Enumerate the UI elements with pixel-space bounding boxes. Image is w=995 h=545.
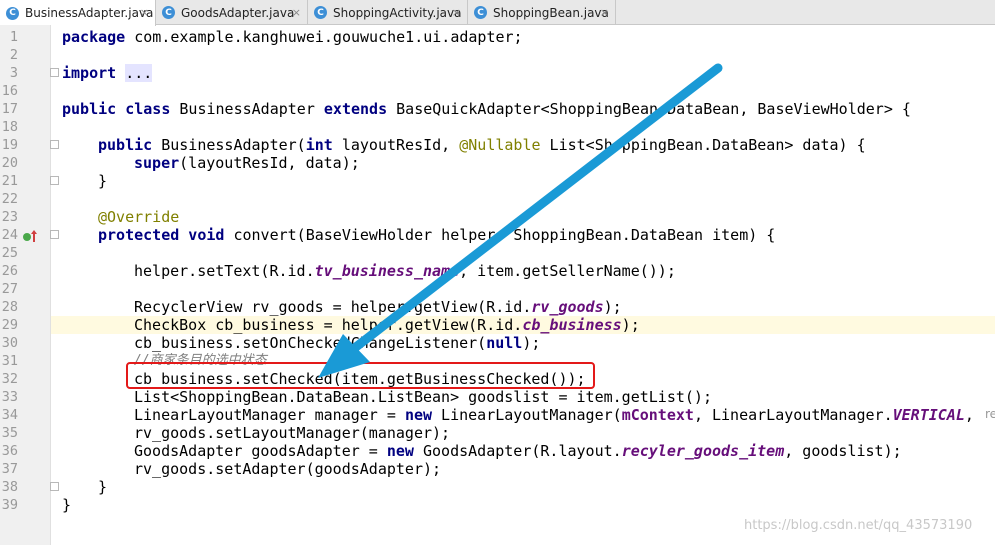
annotation-arrow-icon bbox=[318, 63, 723, 378]
watermark: https://blog.csdn.net/qq_43573190 bbox=[744, 518, 973, 533]
